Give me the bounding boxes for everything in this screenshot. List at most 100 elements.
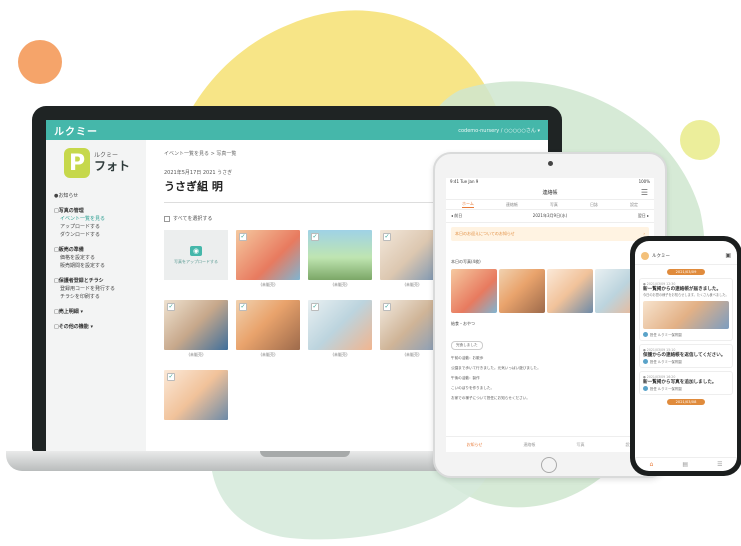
card-author: 担任 ルクミー保育園 — [643, 386, 729, 391]
photo-checkbox[interactable]: ✓ — [311, 233, 319, 241]
tablet-photo-strip — [446, 269, 654, 313]
date-navigator: ◂ 前日 2021年3月9日(水) 翌日 ▸ — [446, 210, 654, 223]
phone-screen: ルクミー ▣ 2021/03/09 ● 2021/03/09 12:30 新一覧… — [635, 241, 737, 471]
card-author: 担任 ルクミー保育園 — [643, 332, 729, 337]
photo-thumbnail: ✓ — [164, 300, 228, 350]
menu-icon[interactable]: ☰ — [641, 188, 648, 197]
notice-banner[interactable]: 本日のお迎えについてのお知らせ › — [451, 227, 649, 241]
photo-thumbnail: ✓ — [308, 300, 372, 350]
feed-card[interactable]: ● 2021/03/09 16:20 新一覧掲から写真を追加しました。 担任 ル… — [639, 371, 733, 395]
photo-thumbnail: ✓ — [164, 370, 228, 420]
sidebar-item-sales-details[interactable]: □売上明細 ▾ — [54, 308, 138, 316]
upload-tile[interactable]: ◉ 写真をアップロードする — [164, 230, 228, 288]
journal-text: 午後の活動：製作 — [451, 376, 480, 380]
bottom-tab-photos[interactable]: 写真 — [576, 442, 584, 448]
photo-item[interactable]: ✓ (未販売) — [308, 230, 372, 288]
sidebar-item-price[interactable]: 価格を設定する — [54, 254, 138, 262]
photo-caption: (未販売) — [260, 282, 276, 287]
tab-contact-book[interactable]: 連絡帳 — [506, 202, 518, 208]
tablet-tabs: ホーム 連絡帳 写真 日誌 設定 — [446, 200, 654, 210]
feed-card[interactable]: ● 2021/03/09 15:10 保護からの連絡帳を返信してください。 担任… — [639, 344, 733, 368]
avatar[interactable] — [641, 251, 649, 260]
photo-checkbox[interactable]: ✓ — [167, 373, 175, 381]
photo-item[interactable]: ✓ (未販売) — [308, 300, 372, 358]
upload-label: 写真をアップロードする — [174, 258, 218, 264]
phone-device: ルクミー ▣ 2021/03/09 ● 2021/03/09 12:30 新一覧… — [630, 236, 741, 476]
logo-title: フォト — [94, 158, 131, 173]
photo-icon[interactable]: ▤ — [682, 461, 688, 468]
photo-checkbox[interactable]: ✓ — [167, 303, 175, 311]
sidebar-item-notices[interactable]: ●お知らせ — [54, 192, 138, 200]
phone-bottom-nav: ⌂ ▤ ☰ — [635, 457, 737, 471]
tablet-photo[interactable] — [547, 269, 593, 313]
notice-text: 本日のお迎えについてのお知らせ — [455, 231, 515, 236]
photo-thumbnail: ✓ — [236, 300, 300, 350]
photo-checkbox[interactable]: ✓ — [311, 303, 319, 311]
sidebar-heading-photos: □写真の管理 — [54, 208, 84, 214]
photo-checkbox[interactable]: ✓ — [239, 303, 247, 311]
photos-section-title: 本日の写真(4枚) — [451, 259, 481, 264]
bottom-tab-notices[interactable]: お知らせ — [467, 442, 483, 448]
user-menu[interactable]: codemo-nursery / ○○○○○さん ▾ — [458, 127, 540, 134]
tab-settings[interactable]: 設定 — [630, 202, 638, 208]
menu-icon[interactable]: ☰ — [717, 461, 722, 468]
bottom-tab-contact[interactable]: 連絡帳 — [523, 442, 535, 448]
photo-caption: (未販売) — [332, 282, 348, 287]
photo-checkbox[interactable]: ✓ — [383, 303, 391, 311]
photo-checkbox[interactable]: ✓ — [239, 233, 247, 241]
feed-card[interactable]: ● 2021/03/09 12:30 新一覧掲からの連絡帳が届きました。 今日の… — [639, 278, 733, 341]
tablet-screen: 9:41 Tue Jan 9 100% 連絡帳 ☰ ホーム 連絡帳 写真 日誌 … — [446, 178, 654, 452]
photo-item[interactable]: ✓ (未販売) — [236, 300, 300, 358]
notification-icon[interactable]: ▣ — [725, 252, 731, 259]
select-all-label: すべてを選択する — [173, 216, 213, 222]
sidebar-item-code[interactable]: 登録用コードを発行する — [54, 285, 138, 293]
card-photo[interactable] — [643, 301, 729, 329]
sidebar-item-other[interactable]: □その他の機能 ▾ — [54, 323, 138, 331]
app-logo[interactable]: P ルクミー フォト — [64, 148, 138, 178]
photo-caption: (未販売) — [332, 352, 348, 357]
sidebar: P ルクミー フォト ●お知らせ □写真の管理 イベント一覧を見る アップロード… — [46, 140, 146, 452]
phone-header: ルクミー ▣ — [635, 247, 737, 265]
tab-photos[interactable]: 写真 — [550, 202, 558, 208]
tab-journal[interactable]: 日誌 — [590, 202, 598, 208]
photo-item[interactable]: ✓ — [164, 370, 228, 428]
laptop-notch — [260, 451, 350, 457]
web-header: ルクミー codemo-nursery / ○○○○○さん ▾ — [46, 120, 548, 140]
logo-mark-icon: P — [64, 148, 90, 178]
tablet-photo[interactable] — [451, 269, 497, 313]
sidebar-heading-sales: □販売の準備 — [54, 247, 84, 253]
photo-checkbox[interactable]: ✓ — [383, 233, 391, 241]
tablet-status-bar: 9:41 Tue Jan 9 100% — [446, 178, 654, 186]
sidebar-item-download[interactable]: ダウンロードする — [54, 231, 138, 239]
current-date[interactable]: 2021年3月9日(水) — [533, 213, 567, 219]
checkbox-icon — [164, 215, 170, 222]
journal-text: 公園まで歩いて行きました。元気いっぱい遊びました。 — [451, 366, 541, 370]
header-brand[interactable]: ルクミー — [54, 123, 98, 138]
tab-home[interactable]: ホーム — [462, 201, 474, 208]
sidebar-item-event-list[interactable]: イベント一覧を見る — [54, 215, 138, 223]
date-badge: 2021/03/09 — [667, 269, 705, 275]
journal-text: こいのぼりを作りました。 — [451, 386, 495, 390]
tablet-title: 連絡帳 — [542, 190, 558, 196]
next-day-button[interactable]: 翌日 ▸ — [638, 213, 649, 219]
photo-item[interactable]: ✓ (未販売) — [236, 230, 300, 288]
tablet-header: 連絡帳 ☰ — [446, 186, 654, 200]
photo-item[interactable]: ✓ (未販売) — [164, 300, 228, 358]
tablet-photo[interactable] — [499, 269, 545, 313]
sidebar-item-period[interactable]: 販売期間を設定する — [54, 262, 138, 270]
sidebar-item-upload[interactable]: アップロードする — [54, 223, 138, 231]
camera-icon: ◉ — [190, 245, 202, 256]
decor-orange-circle — [18, 40, 62, 84]
meal-status-badge: 完食しました — [451, 341, 483, 350]
prev-day-button[interactable]: ◂ 前日 — [451, 213, 462, 219]
sidebar-heading-registration: □保護者登録とチラシ — [54, 278, 104, 284]
card-body: 今日のお昼の様子をお知らせします。たくさん食べました。 — [643, 293, 729, 297]
tablet-home-button[interactable] — [541, 457, 557, 473]
photo-thumbnail: ✓ — [308, 230, 372, 280]
sidebar-item-flyer[interactable]: チラシを印刷する — [54, 293, 138, 301]
home-icon[interactable]: ⌂ — [650, 461, 654, 468]
meal-section-title: 給食・おやつ — [451, 321, 475, 326]
author-avatar — [643, 386, 648, 391]
photo-caption: (未販売) — [260, 352, 276, 357]
phone-app-title: ルクミー — [652, 253, 670, 259]
